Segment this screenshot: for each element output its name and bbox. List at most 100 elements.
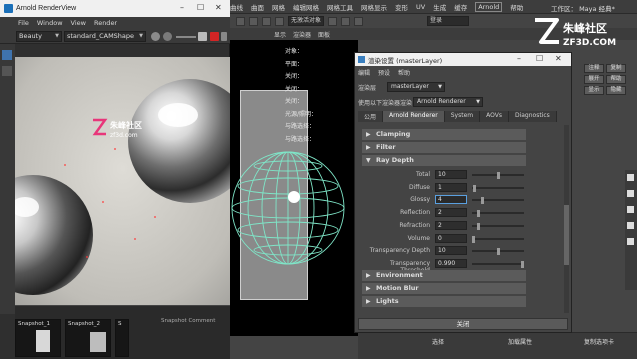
workspace-selector[interactable]: 工作区： Maya 经典*	[551, 3, 615, 13]
checker-icon[interactable]	[627, 190, 634, 197]
rs-menu-presets[interactable]: 预设	[378, 68, 390, 77]
rs-menu-edit[interactable]: 编辑	[358, 68, 370, 77]
menu-arnold[interactable]: Arnold	[475, 2, 503, 12]
camera-select[interactable]: standard_CAMShape ▼	[64, 31, 146, 42]
attr-value-field[interactable]: 2	[435, 208, 467, 218]
cursor-tool-icon[interactable]	[2, 50, 12, 60]
select-icon[interactable]	[236, 16, 245, 26]
menu-help[interactable]: 帮助	[510, 2, 523, 12]
attr-value-field[interactable]: 1	[435, 182, 467, 192]
menu-curves[interactable]: 曲线	[230, 2, 243, 12]
attr-slider[interactable]	[472, 260, 524, 268]
ipr-render-icon[interactable]	[341, 16, 350, 26]
menu-deform[interactable]: 变形	[395, 2, 408, 12]
menu-generate[interactable]: 生成	[433, 2, 446, 12]
menu-mesh-tools[interactable]: 网格工具	[327, 2, 353, 12]
checker-icon[interactable]	[627, 238, 634, 245]
panel-menu-display[interactable]: 显示	[274, 30, 286, 39]
maximize-icon[interactable]: ☐	[536, 54, 543, 63]
menu-mesh-display[interactable]: 网格显示	[361, 2, 387, 12]
slider-handle[interactable]	[477, 210, 480, 218]
tab-arnold-renderer[interactable]: Arnold Renderer	[383, 111, 445, 122]
section-environment[interactable]: ▶ Environment	[362, 270, 526, 281]
ae-show-button[interactable]: 显示	[584, 86, 604, 95]
panel-menu-renderer[interactable]: 渲染器	[293, 30, 311, 39]
menu-surfaces[interactable]: 曲面	[251, 2, 264, 12]
checker-icon[interactable]	[627, 206, 634, 213]
attr-slider[interactable]	[472, 172, 524, 179]
minimize-icon[interactable]: –	[517, 54, 521, 63]
render-frame-icon[interactable]	[328, 16, 337, 26]
snapshot-thumbnail[interactable]: Snapshot_2	[65, 319, 111, 357]
active-object-field[interactable]: 无激活对象	[288, 16, 324, 26]
render-settings-titlebar[interactable]: 渲染设置 (masterLayer) – ☐ ✕	[355, 53, 571, 66]
attr-slider[interactable]	[472, 248, 524, 256]
slider-handle[interactable]	[477, 222, 480, 230]
close-button[interactable]: 关闭	[358, 318, 568, 330]
slider-handle[interactable]	[472, 235, 475, 243]
renderer-select[interactable]: Arnold Renderer ▼	[413, 97, 483, 107]
login-field[interactable]: 登录	[427, 16, 469, 26]
section-ray-depth[interactable]: ▼ Ray Depth	[362, 155, 526, 166]
attr-value-field[interactable]: 4	[435, 195, 467, 205]
tab-diagnostics[interactable]: Diagnostics	[508, 111, 557, 122]
attr-value-field[interactable]: 10	[435, 170, 467, 179]
snap-curve-icon[interactable]	[275, 16, 284, 26]
panel-menu-panels[interactable]: 面板	[318, 30, 330, 39]
menu-cache[interactable]: 缓存	[454, 2, 467, 12]
slider-handle[interactable]	[481, 197, 484, 205]
minimize-icon[interactable]: –	[180, 3, 184, 12]
menu-edit-mesh[interactable]: 编辑网格	[293, 2, 319, 12]
render-layer-select[interactable]: masterLayer ▼	[387, 82, 445, 92]
attr-slider[interactable]	[472, 222, 524, 230]
ae-copy-button[interactable]: 复制	[606, 64, 626, 73]
snap-grid-icon[interactable]	[262, 16, 271, 26]
ae-expand-button[interactable]: 展开	[584, 75, 604, 84]
section-motion-blur[interactable]: ▶ Motion Blur	[362, 283, 526, 294]
section-lights[interactable]: ▶ Lights	[362, 296, 526, 307]
attr-slider[interactable]	[472, 197, 524, 205]
settings-icon[interactable]	[221, 32, 227, 41]
exposure-slider[interactable]	[176, 36, 196, 38]
wireframe-sphere[interactable]	[230, 148, 358, 298]
menu-uv[interactable]: UV	[416, 3, 425, 11]
aov-select[interactable]: Beauty ▼	[16, 31, 62, 42]
slider-handle[interactable]	[497, 172, 500, 179]
rv-menu-file[interactable]: File	[18, 19, 29, 27]
render-image[interactable]: 朱峰社区 zf3d.com	[15, 57, 230, 305]
renderview-titlebar[interactable]: Arnold RenderView – ☐ ✕	[0, 0, 230, 17]
snapshot-thumbnail[interactable]: S	[115, 319, 129, 357]
tab-common[interactable]: 公用	[358, 111, 384, 122]
ae-hide-button[interactable]: 隐藏	[606, 86, 626, 95]
close-icon[interactable]: ✕	[215, 3, 222, 12]
channel-icon[interactable]	[151, 32, 160, 41]
checker-icon[interactable]	[627, 222, 634, 229]
tab-system[interactable]: System	[444, 111, 481, 122]
attr-value-field[interactable]: 2	[435, 220, 467, 230]
rv-menu-render[interactable]: Render	[94, 19, 117, 27]
render-settings-icon[interactable]	[354, 16, 363, 26]
slider-handle[interactable]	[473, 184, 476, 192]
checker-icon[interactable]	[627, 174, 634, 181]
attr-value-field[interactable]: 0.990	[435, 258, 467, 268]
region-tool-icon[interactable]	[2, 66, 12, 76]
refresh-icon[interactable]	[198, 32, 207, 41]
maximize-icon[interactable]: ☐	[197, 3, 204, 12]
stop-render-icon[interactable]	[210, 32, 219, 41]
select-button[interactable]: 选择	[432, 337, 444, 347]
section-clamping[interactable]: ▶ Clamping	[362, 129, 526, 140]
render-settings-scrollbar[interactable]	[564, 125, 569, 313]
exposure-icon[interactable]	[163, 32, 172, 41]
attr-slider[interactable]	[472, 235, 524, 243]
close-icon[interactable]: ✕	[555, 54, 562, 63]
attr-slider[interactable]	[472, 210, 524, 218]
rv-menu-window[interactable]: Window	[37, 19, 63, 27]
ae-notes-button[interactable]: 注释	[584, 64, 604, 73]
slider-handle[interactable]	[497, 248, 500, 256]
snapshot-thumbnail[interactable]: Snapshot_1	[15, 319, 61, 357]
lasso-icon[interactable]	[249, 16, 258, 26]
rs-menu-help[interactable]: 帮助	[398, 68, 410, 77]
ae-help-button[interactable]: 帮助	[606, 75, 626, 84]
maya-viewport[interactable]: 对象： 平面： 关闭： 关闭： 关闭： 光源/照明： 与路选择： 与路选择：	[230, 40, 358, 336]
tab-aovs[interactable]: AOVs	[480, 111, 509, 122]
